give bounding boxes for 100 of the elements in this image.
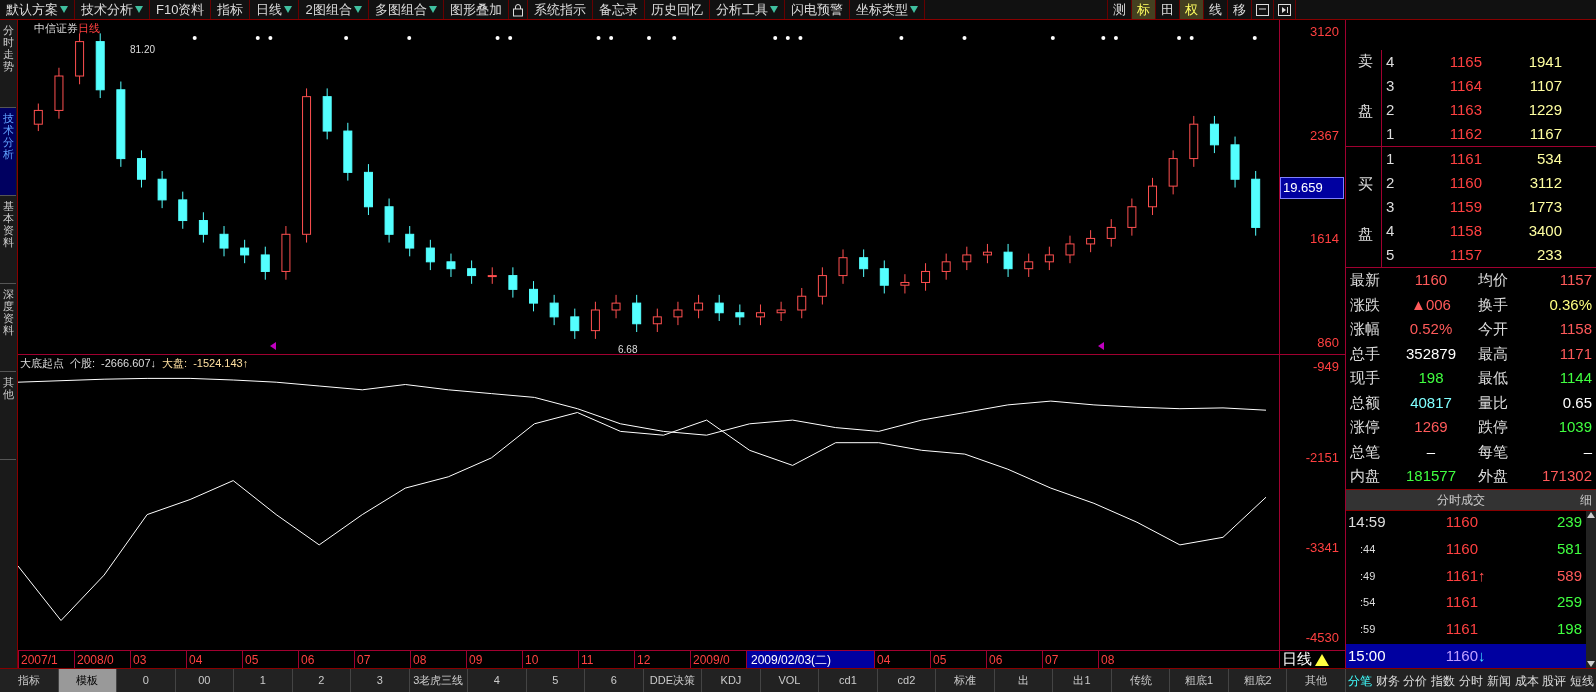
panel-tab[interactable]: 指数 (1429, 669, 1458, 692)
tick-row[interactable]: 14:59 1160 239 (1346, 510, 1586, 535)
candlestick (137, 149, 146, 188)
indicator-tab[interactable]: VOL (760, 669, 820, 692)
sidebar-tab[interactable]: 技术分析 (0, 108, 16, 196)
view-button[interactable]: 移 (1228, 0, 1252, 19)
toolbar-button[interactable]: F10资料 (150, 0, 212, 19)
indicator-tab[interactable]: 3老虎三线 (409, 669, 469, 692)
candlestick (859, 248, 869, 278)
candlestick (1065, 235, 1075, 264)
tick-price: 1161 (1444, 565, 1478, 586)
toolbar-button[interactable]: 备忘录 (592, 0, 645, 19)
tick-row[interactable]: :49 1161↑ 589 (1346, 563, 1586, 588)
tick-time: :59 (1359, 622, 1377, 637)
stat-value: – (1582, 441, 1592, 462)
indicator-tab[interactable]: 5 (526, 669, 586, 692)
candlestick (75, 32, 85, 85)
panel-tab[interactable]: 财务 (1373, 669, 1402, 692)
indicator-tab[interactable]: 其他 (1287, 669, 1346, 692)
sidebar-tab[interactable]: 其他 (0, 372, 16, 460)
order-rank: 4 (1385, 220, 1396, 241)
tick-arrow: ↓ (1478, 646, 1486, 664)
candlestick (962, 246, 972, 271)
indicator-tab[interactable]: 粗底2 (1228, 669, 1288, 692)
toolbar-button[interactable]: 日线 (250, 0, 300, 19)
view-button[interactable]: 权 (1180, 0, 1204, 19)
toolbar-button[interactable]: 历史回忆 (644, 0, 710, 19)
indicator-tab[interactable]: cd2 (877, 669, 937, 692)
tick-row[interactable]: :44 1160 581 (1346, 537, 1586, 562)
detail-button[interactable]: 细 (1576, 490, 1596, 509)
scrollbar[interactable] (1586, 510, 1596, 668)
candlestick (281, 225, 291, 281)
indicator-tab[interactable]: KDJ (702, 669, 761, 692)
toolbar-button[interactable]: 分析工具 (709, 0, 785, 19)
indicator-tab[interactable]: 00 (175, 669, 235, 692)
tick-row[interactable]: 15:00 1160↓ (1346, 643, 1586, 668)
order-price: 1165 (1448, 51, 1482, 72)
candlestick (838, 248, 848, 285)
stat-label: 最新 (1349, 270, 1380, 290)
sidebar-tab[interactable]: 基本资料 (0, 196, 16, 284)
scroll-up-icon[interactable] (1587, 510, 1595, 519)
indicator-tab[interactable]: 标准 (936, 669, 995, 692)
stat-label: 涨跌 (1349, 294, 1380, 315)
panel-tab[interactable]: 分时 (1457, 669, 1485, 692)
indicator-tab[interactable]: 模板 (58, 669, 118, 692)
tick-list-title: 分时成交 (1436, 491, 1486, 509)
stat-label: 均价 (1477, 270, 1508, 290)
stat-label: 总笔 (1349, 441, 1380, 462)
order-rank: 2 (1385, 99, 1396, 120)
tick-volume: 259 (1556, 592, 1582, 613)
order-price: 1161 (1448, 148, 1482, 169)
view-button[interactable]: 标 (1132, 0, 1156, 19)
indicator-tab[interactable]: 2 (292, 669, 352, 692)
panel-tab[interactable]: 分笔 (1346, 669, 1374, 692)
candlestick (673, 301, 683, 326)
panel-tab[interactable]: 新闻 (1484, 669, 1513, 692)
indicator-tab[interactable]: 粗底1 (1170, 669, 1229, 692)
stat-value: 171302 (1540, 466, 1592, 486)
indicator-tab[interactable]: 出1 (1053, 669, 1112, 692)
panel-tab[interactable]: 分价 (1401, 669, 1430, 692)
indicator-tab[interactable]: 出 (994, 669, 1054, 692)
indicator-tab[interactable]: DDE决策 (643, 669, 703, 692)
candlestick (921, 262, 931, 292)
candlestick (982, 243, 992, 264)
tick-time: :44 (1359, 541, 1377, 557)
indicator-tab[interactable]: 6 (585, 669, 644, 692)
toolbar-button[interactable]: 2图组合 (299, 0, 369, 19)
tick-time: 15:00 (1347, 645, 1387, 666)
toolbar-button[interactable]: 坐标类型 (849, 0, 925, 19)
view-button[interactable]: 线 (1204, 0, 1228, 19)
toolbar-button[interactable]: 闪电预警 (784, 0, 850, 19)
toolbar-button[interactable]: 指标 (211, 0, 251, 19)
panel-tab[interactable]: 短线 (1568, 669, 1596, 692)
candlestick (467, 259, 477, 285)
indicator-tab[interactable]: 3 (351, 669, 410, 692)
toolbar-button[interactable]: 图形叠加 (443, 0, 509, 19)
stat-value: 1171 (1558, 343, 1592, 364)
toolbar-button[interactable]: 默认方案 (0, 0, 75, 19)
panel-tab[interactable]: 股评 (1540, 669, 1569, 692)
sidebar-tab[interactable]: 深度资料 (0, 284, 16, 372)
order-price: 1164 (1448, 75, 1482, 96)
indicator-tab[interactable]: 4 (468, 669, 527, 692)
order-rank: 3 (1385, 75, 1396, 96)
indicator-tab[interactable]: 0 (117, 669, 176, 692)
candlestick (1024, 253, 1034, 278)
toolbar-button[interactable]: 技术分析 (75, 0, 150, 19)
toolbar-button[interactable]: 多图组合 (368, 0, 444, 19)
period-label: 日线 (78, 21, 100, 36)
axis-label: 3120 (1310, 22, 1339, 41)
toolbar-button[interactable]: 系统指示 (527, 0, 593, 19)
tick-volume: 589 (1556, 565, 1582, 586)
indicator-tab[interactable]: 指标 (0, 669, 59, 692)
panel-tab[interactable]: 成本 (1512, 669, 1541, 692)
indicator-tab[interactable]: 1 (234, 669, 293, 692)
indicator-tab[interactable]: 传统 (1111, 669, 1171, 692)
candlestick (900, 273, 910, 294)
tick-row[interactable]: :59 1161 198 (1346, 617, 1586, 642)
candlestick (1106, 218, 1116, 248)
indicator-tab[interactable]: cd1 (819, 669, 878, 692)
tick-row[interactable]: :54 1161 259 (1346, 590, 1586, 615)
